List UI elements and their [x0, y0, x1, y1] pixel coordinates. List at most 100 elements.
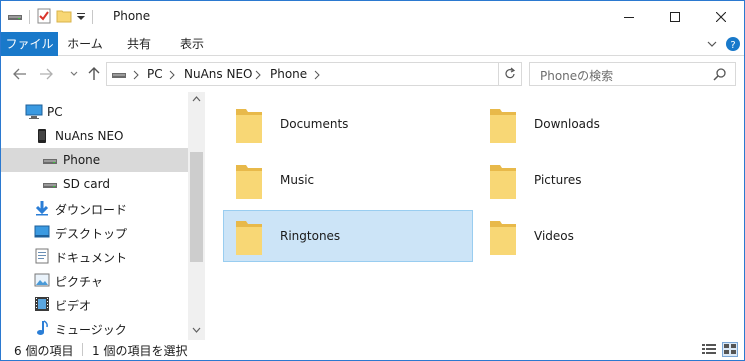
toolbar-divider [29, 10, 30, 24]
navigation-bar: PC NuAns NEO Phone Phoneの検索 [1, 56, 744, 92]
title-bar: Phone [1, 1, 744, 32]
search-icon [713, 68, 726, 81]
nav-item-music[interactable]: ミュージック [1, 316, 188, 340]
pictures-icon [33, 271, 51, 289]
nav-item-label: デスクトップ [55, 227, 128, 241]
new-folder-icon[interactable] [56, 8, 72, 27]
folder-item-ringtones[interactable]: Ringtones [223, 210, 473, 262]
file-list: Documents Downloads Music Pictures Ringt… [205, 92, 744, 340]
help-icon[interactable]: ? [725, 36, 741, 52]
expand-ribbon-icon[interactable] [704, 36, 720, 52]
folder-item-music[interactable]: Music [223, 154, 473, 206]
folder-item-pictures[interactable]: Pictures [477, 154, 727, 206]
address-bar[interactable]: PC NuAns NEO Phone [106, 62, 522, 86]
customize-toolbar-icon[interactable] [76, 8, 86, 27]
minimize-icon [624, 16, 634, 18]
download-icon [33, 199, 51, 217]
large-icons-view-icon [724, 344, 736, 354]
maximize-icon [670, 11, 680, 22]
up-arrow-icon [88, 67, 100, 80]
breadcrumb-chevron-icon[interactable] [254, 70, 262, 80]
tab-file[interactable]: ファイル [1, 32, 58, 56]
nav-item-label: ドキュメント [55, 251, 128, 265]
folder-icon [236, 109, 262, 143]
nav-item-label: ミュージック [55, 323, 127, 337]
document-icon [33, 247, 51, 265]
nav-item-phone[interactable]: Phone [1, 148, 188, 172]
explorer-window: Phone ファイル ホーム 共有 表示 ? PC NuAns NEO Phon… [0, 0, 745, 361]
drive-icon [41, 151, 59, 169]
breadcrumb-chevron-icon[interactable] [313, 70, 321, 80]
large-icons-view-button[interactable] [722, 342, 738, 357]
music-icon [33, 319, 51, 337]
folder-name: Ringtones [280, 229, 341, 243]
folder-item-downloads[interactable]: Downloads [477, 98, 727, 150]
window-title: Phone [113, 9, 151, 23]
nav-item-desktop[interactable]: デスクトップ [1, 220, 188, 244]
nav-item-label: SD card [63, 177, 110, 191]
ribbon-tabs: ファイル ホーム 共有 表示 ? [1, 32, 744, 56]
selection-count: 1 個の項目を選択 [92, 344, 188, 358]
nav-item-label: NuAns NEO [55, 129, 124, 143]
chevron-down-icon [70, 71, 78, 76]
back-button[interactable] [11, 65, 29, 83]
nav-item-pictures[interactable]: ピクチャ [1, 268, 188, 292]
quick-access-toolbar [7, 8, 95, 26]
drive-icon [112, 73, 126, 78]
refresh-button[interactable] [498, 62, 522, 86]
phone-device-icon [33, 127, 51, 145]
status-divider [82, 343, 83, 356]
close-button[interactable] [698, 1, 744, 32]
nav-item-nuans-neo[interactable]: NuAns NEO [1, 124, 188, 148]
search-box[interactable]: Phoneの検索 [529, 62, 736, 86]
drive-icon [41, 175, 59, 193]
folder-icon [490, 221, 516, 255]
nav-item-label: ピクチャ [55, 275, 103, 289]
details-view-icon[interactable] [702, 343, 716, 356]
folder-item-documents[interactable]: Documents [223, 98, 473, 150]
folder-name: Videos [534, 229, 574, 243]
nav-item-videos[interactable]: ビデオ [1, 292, 188, 316]
nav-item-documents[interactable]: ドキュメント [1, 244, 188, 268]
nav-item-sd-card[interactable]: SD card [1, 172, 188, 196]
folder-name: Downloads [534, 117, 600, 131]
nav-item-label: PC [47, 105, 63, 119]
breadcrumb-chevron-icon[interactable] [132, 70, 140, 80]
scroll-thumb[interactable] [190, 152, 203, 262]
videos-icon [33, 295, 51, 313]
nav-item-label: ダウンロード [55, 203, 128, 217]
folder-icon [236, 221, 262, 255]
nav-item-label: ビデオ [55, 299, 92, 313]
up-button[interactable] [85, 65, 103, 83]
toolbar-divider [92, 10, 93, 24]
properties-icon[interactable] [36, 8, 52, 27]
search-placeholder: Phoneの検索 [540, 69, 614, 83]
breadcrumb-pc[interactable]: PC [147, 67, 163, 81]
scroll-up-icon[interactable] [192, 96, 201, 102]
folder-icon [490, 165, 516, 199]
nav-item-downloads[interactable]: ダウンロード [1, 196, 188, 220]
breadcrumb-phone[interactable]: Phone [270, 67, 307, 81]
minimize-button[interactable] [606, 1, 652, 32]
close-icon [716, 11, 726, 22]
drive-icon[interactable] [7, 8, 23, 27]
nav-pane-scrollbar[interactable] [188, 92, 205, 340]
item-count: 6 個の項目 [14, 344, 74, 358]
pc-icon [25, 103, 43, 121]
maximize-button[interactable] [652, 1, 698, 32]
tab-share[interactable]: 共有 [111, 32, 167, 56]
tab-home[interactable]: ホーム [59, 32, 111, 56]
status-bar: 6 個の項目 1 個の項目を選択 [1, 340, 744, 360]
tab-view[interactable]: 表示 [167, 32, 217, 56]
forward-button[interactable] [37, 65, 55, 83]
folder-name: Pictures [534, 173, 582, 187]
folder-icon [236, 165, 262, 199]
recent-locations-button[interactable] [65, 65, 83, 83]
nav-item-pc[interactable]: PC [1, 100, 188, 124]
folder-name: Documents [280, 117, 349, 131]
folder-item-videos[interactable]: Videos [477, 210, 727, 262]
breadcrumb-nuans-neo[interactable]: NuAns NEO [184, 67, 252, 81]
back-arrow-icon [13, 68, 26, 80]
scroll-down-icon[interactable] [192, 327, 201, 333]
breadcrumb-chevron-icon[interactable] [168, 70, 176, 80]
